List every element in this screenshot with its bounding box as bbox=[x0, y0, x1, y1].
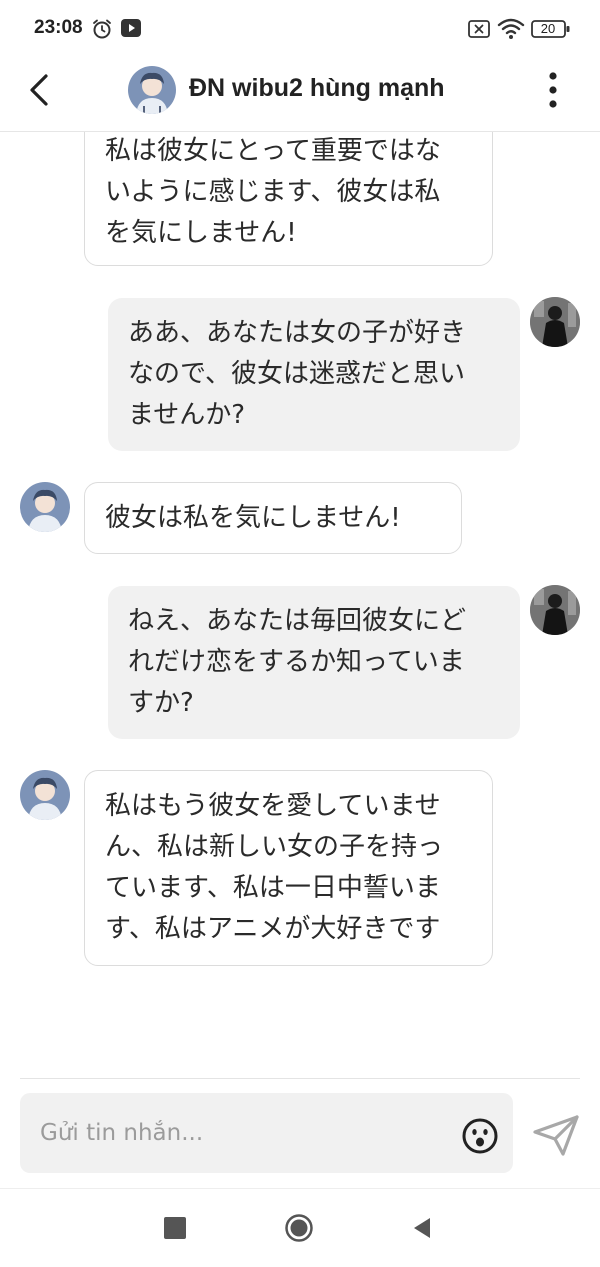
message-list[interactable]: 私は彼女にとって重要ではな いように感じます、彼女は私 を気にしません! ああ、… bbox=[0, 132, 600, 1078]
chat-screen: 23:08 20 ĐN wibu2 hùng mạnh 私は彼女にとって重要では… bbox=[0, 0, 600, 1267]
outgoing-message-bubble[interactable]: ねえ、あなたは毎回彼女にど れだけ恋をするか知っていま すか? bbox=[108, 586, 520, 739]
status-bar: 23:08 20 bbox=[0, 0, 600, 58]
system-nav-bar bbox=[0, 1188, 600, 1267]
message-line: 私は彼女にとって重要ではな bbox=[105, 136, 441, 166]
youtube-icon bbox=[121, 19, 141, 37]
send-icon[interactable] bbox=[533, 1114, 579, 1156]
contact-avatar[interactable] bbox=[20, 482, 70, 532]
message-line: 彼女は私を気にしません! bbox=[105, 503, 401, 533]
chat-title: ĐN wibu2 hùng mạnh bbox=[189, 74, 445, 102]
message-input[interactable] bbox=[40, 1093, 460, 1173]
message-line: ん、私は新しい女の子を持っ bbox=[105, 832, 444, 862]
back-triangle-icon[interactable] bbox=[410, 1216, 434, 1240]
back-arrow-icon[interactable] bbox=[20, 70, 60, 110]
my-avatar[interactable] bbox=[530, 585, 580, 635]
contact-avatar[interactable] bbox=[20, 770, 70, 820]
message-line: ねえ、あなたは毎回彼女にど bbox=[128, 606, 467, 636]
wifi-icon bbox=[497, 18, 525, 39]
message-line: ああ、あなたは女の子が好き bbox=[128, 318, 467, 348]
status-time: 23:08 bbox=[34, 17, 83, 38]
incoming-message-bubble[interactable]: 私は彼女にとって重要ではな いように感じます、彼女は私 を気にしません! bbox=[84, 132, 493, 266]
message-composer[interactable] bbox=[20, 1093, 513, 1173]
incoming-message-bubble[interactable]: 彼女は私を気にしません! bbox=[84, 482, 462, 554]
chat-header: ĐN wibu2 hùng mạnh bbox=[0, 58, 600, 132]
message-line: すか? bbox=[128, 688, 194, 718]
home-circle-icon[interactable] bbox=[284, 1213, 314, 1243]
message-line: 私はもう彼女を愛していませ bbox=[105, 791, 441, 821]
battery-level: 20 bbox=[540, 21, 556, 36]
message-line: いように感じます、彼女は私 bbox=[105, 177, 441, 207]
message-line: す、私はアニメが大好きです bbox=[105, 914, 441, 944]
message-line: ませんか? bbox=[128, 400, 246, 430]
my-avatar[interactable] bbox=[530, 297, 580, 347]
composer-divider bbox=[20, 1078, 580, 1079]
message-line: ています、私は一日中誓いま bbox=[105, 873, 441, 903]
message-line: を気にしません! bbox=[105, 218, 297, 248]
alarm-icon bbox=[93, 19, 111, 39]
incoming-message-bubble[interactable]: 私はもう彼女を愛していませ ん、私は新しい女の子を持っ ています、私は一日中誓い… bbox=[84, 770, 493, 966]
outgoing-message-bubble[interactable]: ああ、あなたは女の子が好き なので、彼女は迷惑だと思い ませんか? bbox=[108, 298, 520, 451]
no-sim-icon bbox=[468, 20, 490, 38]
more-vertical-icon[interactable] bbox=[540, 68, 566, 112]
message-line: なので、彼女は迷惑だと思い bbox=[128, 359, 465, 389]
recents-square-icon[interactable] bbox=[164, 1217, 186, 1239]
avatar[interactable] bbox=[128, 66, 176, 114]
message-line: れだけ恋をするか知っていま bbox=[128, 647, 465, 677]
emoji-icon[interactable] bbox=[461, 1117, 499, 1155]
